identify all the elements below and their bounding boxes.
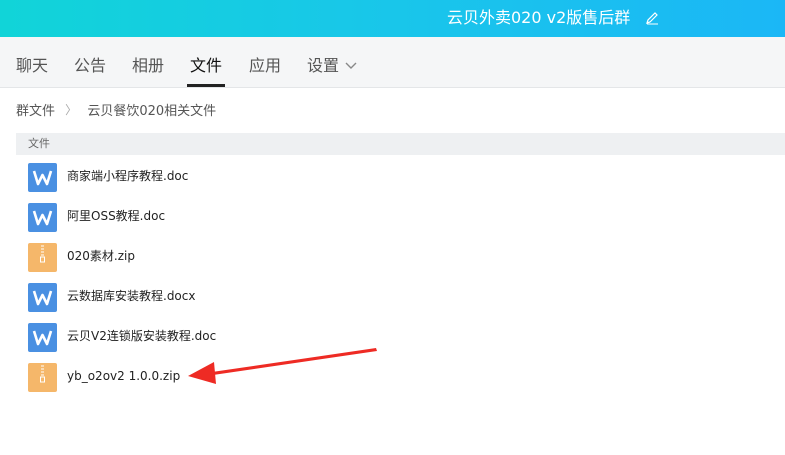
tab-chat[interactable]: 聊天	[16, 55, 48, 77]
word-doc-icon	[28, 203, 57, 232]
file-row[interactable]: 阿里OSS教程.doc	[16, 197, 785, 237]
tab-settings[interactable]: 设置	[307, 55, 339, 77]
breadcrumb-current: 云贝餐饮020相关文件	[87, 104, 217, 119]
file-name: 云数据库安装教程.docx	[67, 289, 196, 303]
zip-archive-icon	[28, 363, 57, 392]
zip-archive-icon	[28, 243, 57, 272]
title-bar: 云贝外卖020 v2版售后群	[0, 0, 785, 37]
word-doc-icon	[28, 323, 57, 352]
window-title: 云贝外卖020 v2版售后群	[447, 8, 631, 27]
file-name: 云贝V2连锁版安装教程.doc	[67, 329, 217, 343]
tab-apps[interactable]: 应用	[249, 55, 281, 77]
word-doc-icon	[28, 163, 57, 192]
file-row[interactable]: 020素材.zip	[16, 237, 785, 277]
breadcrumb-root[interactable]: 群文件	[16, 100, 55, 119]
file-list-header: 文件	[16, 133, 785, 155]
breadcrumb-separator: 〉	[65, 103, 78, 117]
file-name: 阿里OSS教程.doc	[67, 209, 166, 223]
file-name: 商家端小程序教程.doc	[67, 169, 189, 183]
file-row[interactable]: yb_o2ov2 1.0.0.zip	[16, 357, 785, 397]
chevron-down-icon[interactable]	[345, 62, 357, 70]
file-row[interactable]: 云贝V2连锁版安装教程.doc	[16, 317, 785, 357]
tab-bar: 聊天 公告 相册 文件 应用 设置	[0, 37, 785, 88]
file-name: 020素材.zip	[67, 249, 135, 263]
active-tab-indicator	[187, 84, 225, 87]
word-doc-icon	[28, 283, 57, 312]
column-header-file: 文件	[28, 137, 50, 150]
breadcrumb: 群文件 〉 云贝餐饮020相关文件	[16, 100, 216, 122]
file-row[interactable]: 商家端小程序教程.doc	[16, 157, 785, 197]
pencil-icon[interactable]	[645, 11, 659, 25]
tab-announcements[interactable]: 公告	[74, 55, 106, 77]
tab-files[interactable]: 文件	[190, 55, 222, 77]
file-row[interactable]: 云数据库安装教程.docx	[16, 277, 785, 317]
file-name: yb_o2ov2 1.0.0.zip	[67, 369, 181, 383]
tab-album[interactable]: 相册	[132, 55, 164, 77]
